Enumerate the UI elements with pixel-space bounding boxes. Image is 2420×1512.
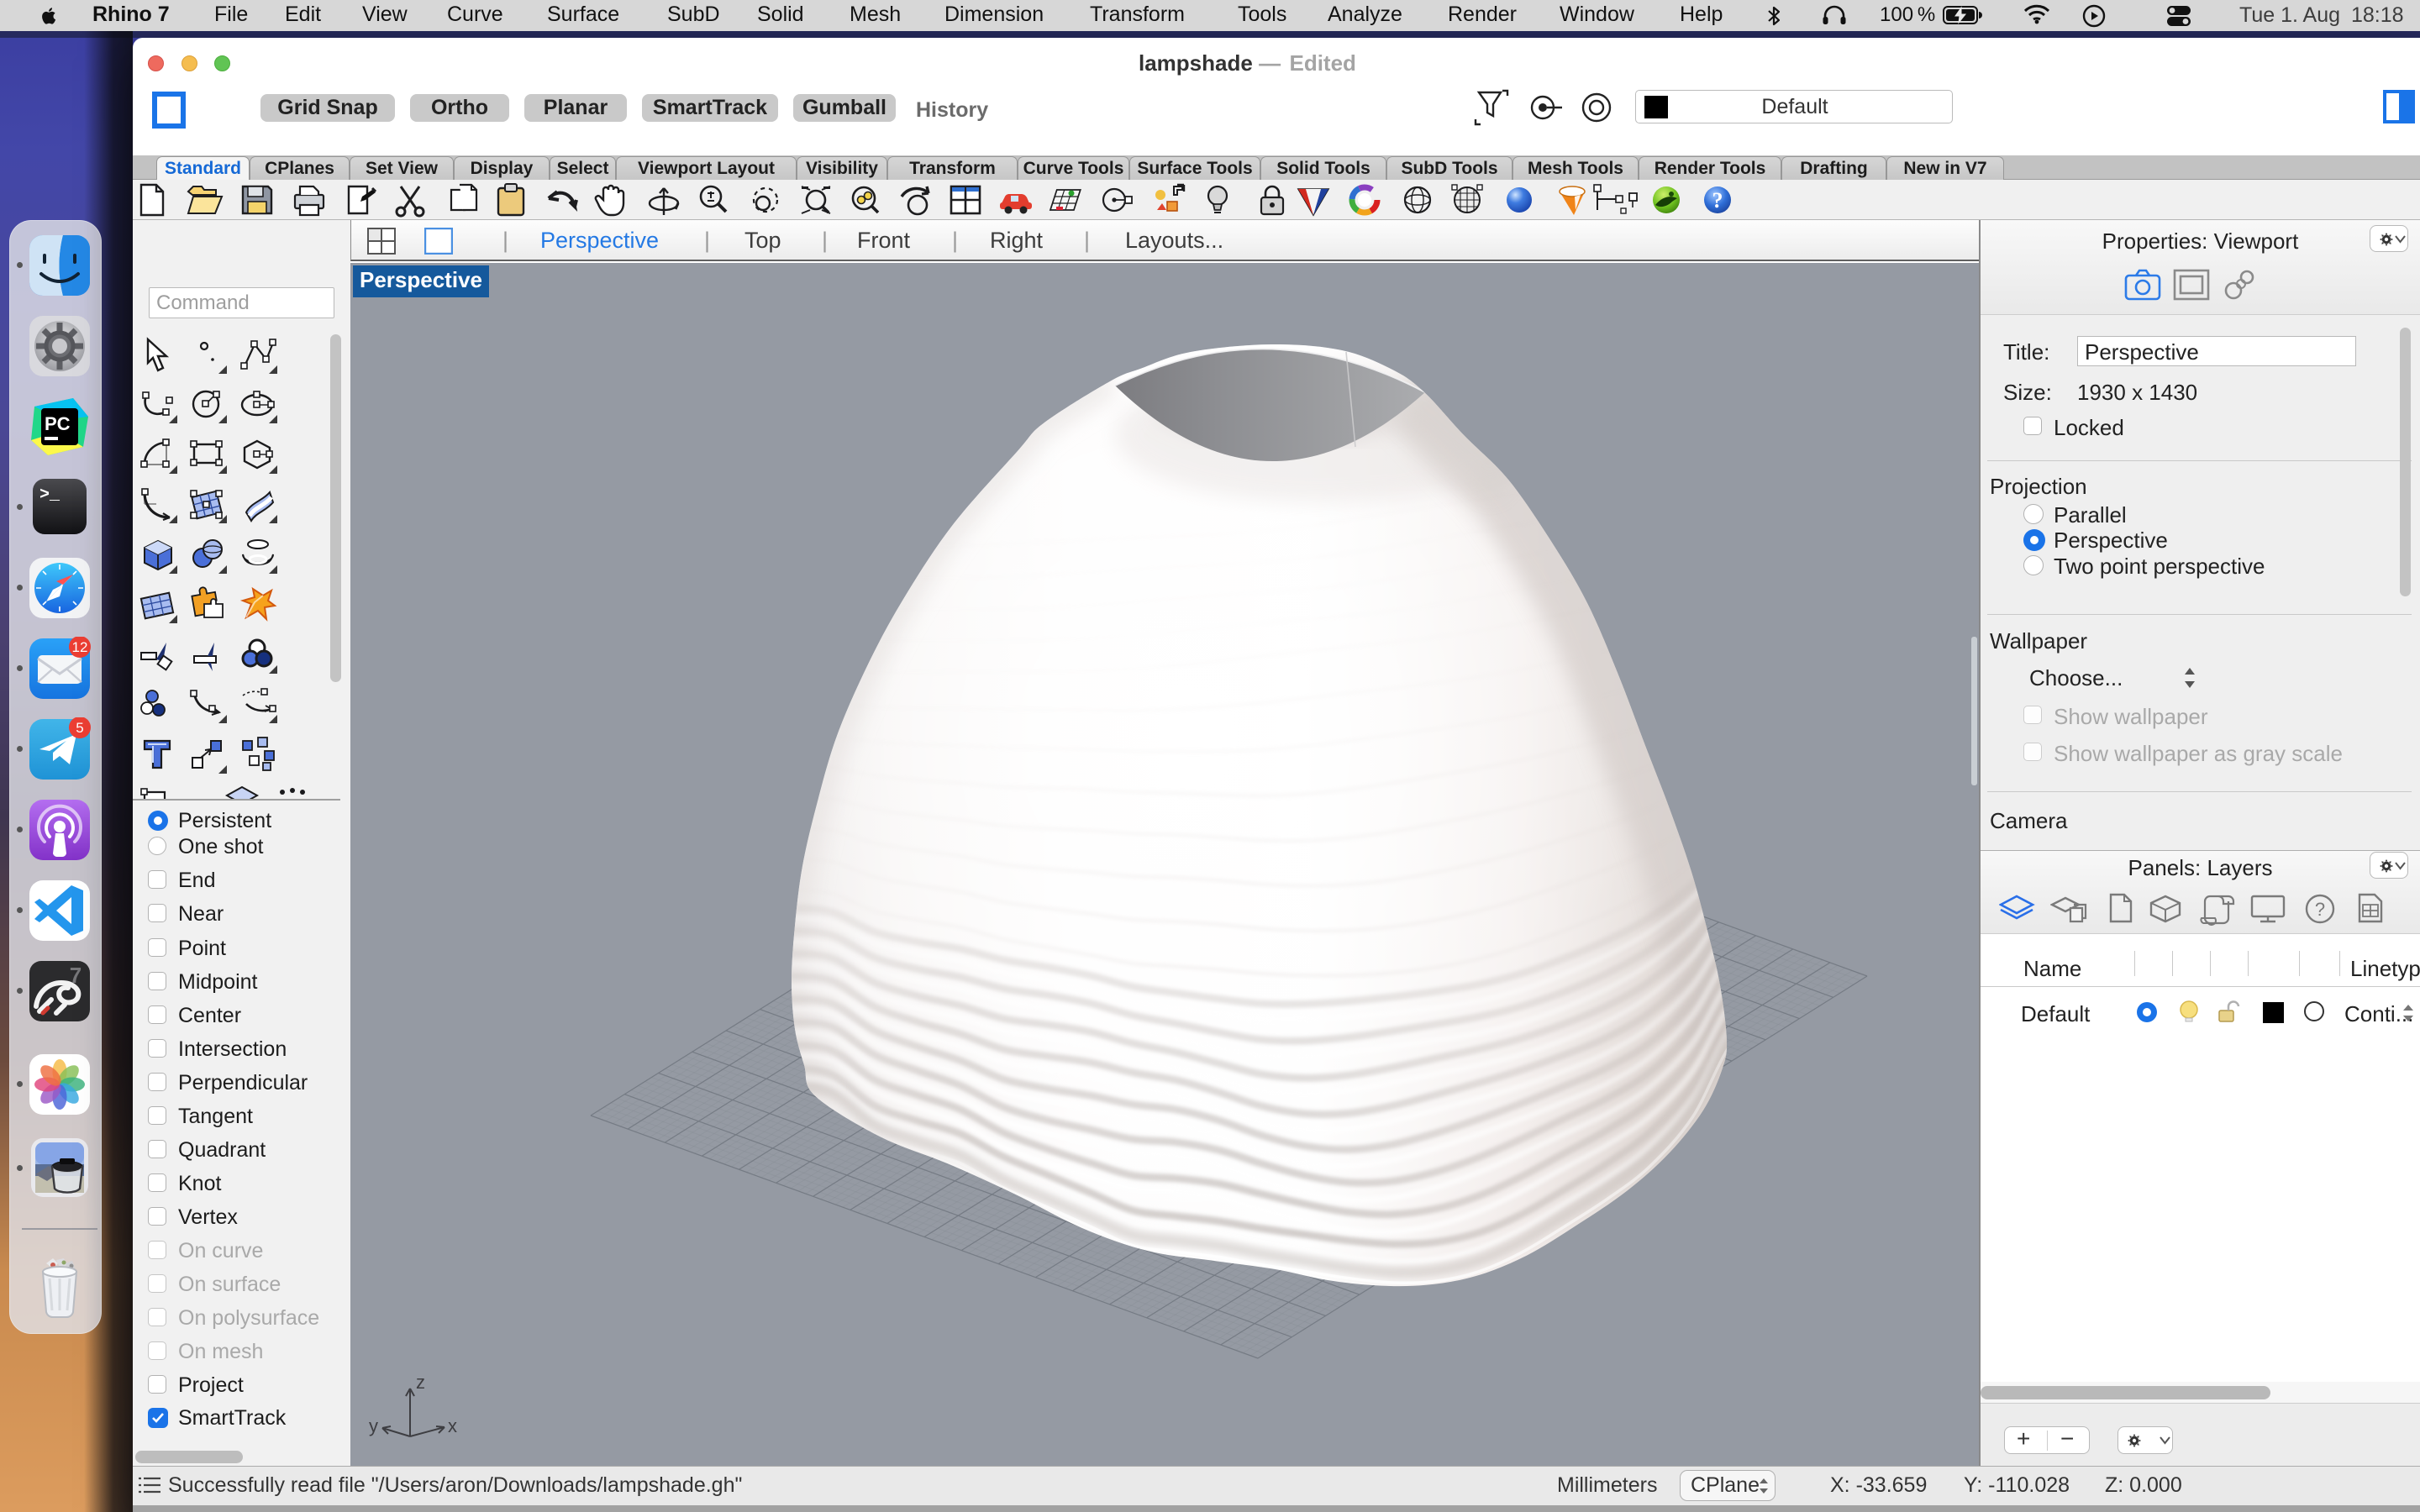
svg-text:x: x	[448, 1415, 457, 1436]
svg-text:12: 12	[72, 639, 88, 655]
svg-text:z: z	[416, 1372, 425, 1393]
svg-text:PC: PC	[45, 413, 71, 434]
svg-text:y: y	[369, 1415, 378, 1436]
svg-text:5: 5	[76, 720, 83, 736]
svg-text:?: ?	[2315, 899, 2325, 920]
svg-text:?: ?	[1712, 188, 1723, 213]
svg-text:>_: >_	[39, 486, 60, 505]
